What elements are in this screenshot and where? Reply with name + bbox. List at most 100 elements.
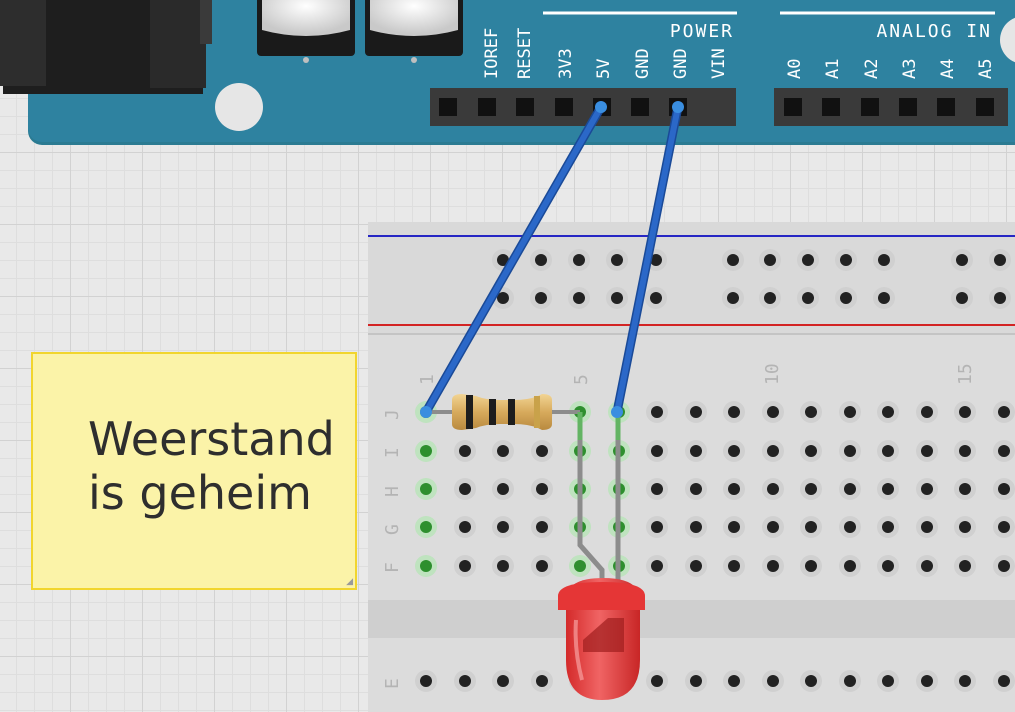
sticky-note[interactable]: Weerstand is geheim ◢ [31, 352, 357, 590]
breadboard-hole[interactable] [568, 249, 590, 271]
breadboard-hole[interactable] [685, 478, 707, 500]
breadboard-hole[interactable] [877, 670, 899, 692]
header-pin[interactable] [784, 98, 802, 116]
breadboard-hole[interactable] [993, 516, 1015, 538]
breadboard-hole[interactable] [685, 670, 707, 692]
breadboard-hole[interactable] [916, 478, 938, 500]
header-pin[interactable] [478, 98, 496, 116]
breadboard-hole[interactable] [759, 249, 781, 271]
breadboard-hole[interactable] [723, 670, 745, 692]
resize-grip-icon[interactable]: ◢ [346, 577, 353, 587]
breadboard-hole[interactable] [993, 555, 1015, 577]
breadboard-hole[interactable] [723, 440, 745, 462]
breadboard-hole[interactable] [531, 555, 553, 577]
power-header[interactable] [430, 88, 736, 126]
breadboard-hole[interactable] [877, 555, 899, 577]
header-pin[interactable] [631, 98, 649, 116]
breadboard-hole[interactable] [951, 249, 973, 271]
breadboard-hole[interactable] [954, 670, 976, 692]
breadboard-hole[interactable] [685, 516, 707, 538]
breadboard-hole[interactable] [646, 670, 668, 692]
breadboard-hole[interactable] [531, 440, 553, 462]
breadboard-hole[interactable] [685, 401, 707, 423]
breadboard-hole[interactable] [916, 401, 938, 423]
breadboard-hole[interactable] [415, 555, 437, 577]
header-pin[interactable] [555, 98, 573, 116]
breadboard-hole[interactable] [415, 516, 437, 538]
breadboard-hole[interactable] [492, 440, 514, 462]
breadboard-hole[interactable] [762, 670, 784, 692]
breadboard-hole[interactable] [800, 516, 822, 538]
breadboard-hole[interactable] [723, 401, 745, 423]
breadboard-hole[interactable] [954, 478, 976, 500]
breadboard-hole[interactable] [415, 478, 437, 500]
header-pin[interactable] [516, 98, 534, 116]
header-pin[interactable] [937, 98, 955, 116]
red-led[interactable] [558, 578, 645, 700]
breadboard-hole[interactable] [839, 401, 861, 423]
breadboard-hole[interactable] [415, 670, 437, 692]
breadboard-hole[interactable] [800, 555, 822, 577]
breadboard-hole[interactable] [646, 478, 668, 500]
breadboard-hole[interactable] [873, 287, 895, 309]
note-text[interactable]: Weerstand is geheim [88, 412, 350, 520]
breadboard-hole[interactable] [877, 478, 899, 500]
breadboard-hole[interactable] [954, 516, 976, 538]
breadboard-hole[interactable] [646, 555, 668, 577]
breadboard-hole[interactable] [873, 249, 895, 271]
breadboard-hole[interactable] [530, 249, 552, 271]
breadboard-hole[interactable] [646, 440, 668, 462]
breadboard-hole[interactable] [993, 478, 1015, 500]
breadboard-hole[interactable] [723, 555, 745, 577]
breadboard-hole[interactable] [645, 287, 667, 309]
breadboard-hole[interactable] [839, 555, 861, 577]
breadboard-hole[interactable] [722, 287, 744, 309]
breadboard-hole[interactable] [530, 287, 552, 309]
breadboard-hole[interactable] [989, 287, 1011, 309]
breadboard-hole[interactable] [993, 401, 1015, 423]
breadboard-hole[interactable] [492, 516, 514, 538]
header-pin[interactable] [861, 98, 879, 116]
breadboard-hole[interactable] [797, 287, 819, 309]
header-pin[interactable] [439, 98, 457, 116]
breadboard-hole[interactable] [606, 249, 628, 271]
breadboard-hole[interactable] [722, 249, 744, 271]
analog-header[interactable] [774, 88, 1008, 126]
breadboard-hole[interactable] [568, 287, 590, 309]
breadboard-hole[interactable] [762, 555, 784, 577]
breadboard-hole[interactable] [954, 440, 976, 462]
breadboard-hole[interactable] [839, 440, 861, 462]
breadboard-hole[interactable] [454, 555, 476, 577]
breadboard-hole[interactable] [800, 401, 822, 423]
breadboard[interactable] [368, 222, 1015, 712]
breadboard-hole[interactable] [797, 249, 819, 271]
breadboard-hole[interactable] [877, 516, 899, 538]
breadboard-hole[interactable] [993, 440, 1015, 462]
breadboard-hole[interactable] [723, 516, 745, 538]
breadboard-hole[interactable] [839, 478, 861, 500]
breadboard-hole[interactable] [839, 670, 861, 692]
breadboard-hole[interactable] [762, 478, 784, 500]
breadboard-hole[interactable] [989, 249, 1011, 271]
breadboard-hole[interactable] [762, 516, 784, 538]
breadboard-hole[interactable] [492, 478, 514, 500]
breadboard-hole[interactable] [762, 440, 784, 462]
breadboard-hole[interactable] [835, 287, 857, 309]
breadboard-hole[interactable] [951, 287, 973, 309]
breadboard-hole[interactable] [606, 287, 628, 309]
breadboard-hole[interactable] [646, 401, 668, 423]
breadboard-hole[interactable] [685, 555, 707, 577]
breadboard-hole[interactable] [531, 478, 553, 500]
breadboard-hole[interactable] [454, 440, 476, 462]
header-pin[interactable] [899, 98, 917, 116]
breadboard-hole[interactable] [723, 478, 745, 500]
breadboard-hole[interactable] [454, 478, 476, 500]
breadboard-hole[interactable] [800, 440, 822, 462]
breadboard-hole[interactable] [954, 555, 976, 577]
breadboard-hole[interactable] [759, 287, 781, 309]
breadboard-hole[interactable] [839, 516, 861, 538]
breadboard-hole[interactable] [800, 670, 822, 692]
breadboard-hole[interactable] [762, 401, 784, 423]
breadboard-hole[interactable] [646, 516, 668, 538]
breadboard-hole[interactable] [454, 516, 476, 538]
